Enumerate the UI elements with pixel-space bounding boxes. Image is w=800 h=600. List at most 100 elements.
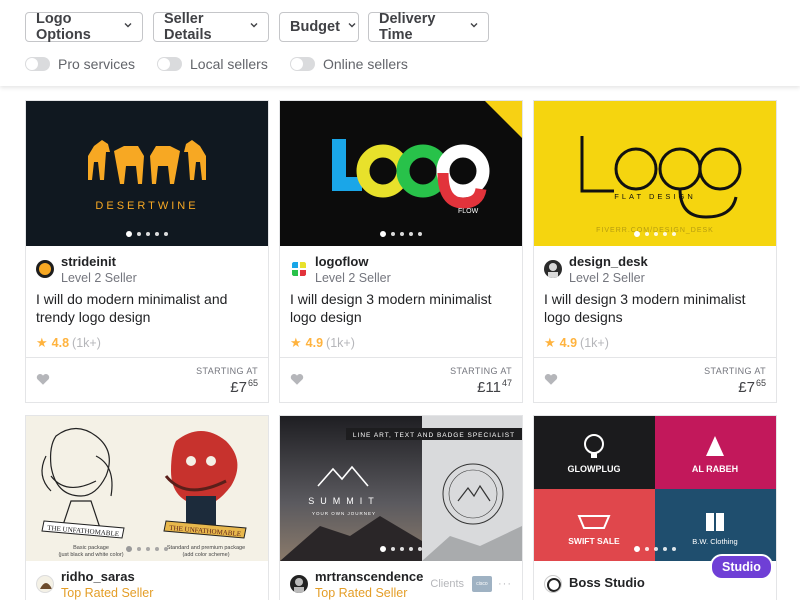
tile-text: AL RABEH (692, 464, 738, 474)
avatar[interactable] (544, 260, 562, 278)
carousel-dots[interactable] (634, 546, 676, 552)
seller-info: strideinit Level 2 Seller (36, 254, 137, 286)
toggle-switch[interactable] (157, 57, 182, 71)
thumb-brand-text: DESERTWINE (95, 200, 198, 212)
carousel-dots[interactable] (634, 231, 676, 237)
dropdown-label: Budget (290, 19, 340, 35)
card-footer: STARTING AT £765 (534, 357, 776, 402)
camel-logo-image: DESERTWINE (88, 140, 206, 212)
more-icon[interactable]: ··· (498, 578, 512, 590)
star-icon: ★ (544, 335, 556, 350)
gig-card[interactable]: LINE ART, TEXT AND BADGE SPECIALIST SUMM… (279, 415, 523, 600)
rating: ★ 4.8 (1k+) (36, 335, 101, 351)
local-sellers-toggle[interactable]: Local sellers (157, 56, 268, 72)
toggle-label: Online sellers (323, 56, 408, 72)
logoflow-logo-image: FLOW (332, 101, 522, 215)
logo-options-dropdown[interactable]: Logo Options (25, 11, 143, 43)
price-main: £11 (477, 379, 501, 396)
chevron-down-icon (348, 21, 356, 29)
studio-badge: Studio (710, 554, 773, 580)
price[interactable]: £1147 (477, 378, 512, 396)
thumb-headline: LINE ART, TEXT AND BADGE SPECIALIST (353, 432, 515, 439)
delivery-time-dropdown[interactable]: Delivery Time (368, 11, 489, 43)
avatar[interactable] (290, 260, 308, 278)
price-cents: 65 (755, 378, 766, 388)
gig-card[interactable]: DESERTWINE strideinit Level 2 Seller I w… (25, 100, 269, 403)
dropdown-label: Seller Details (164, 11, 212, 43)
online-sellers-toggle[interactable]: Online sellers (290, 56, 408, 72)
budget-dropdown[interactable]: Budget (279, 12, 359, 42)
thumb-brand-text: FLAT DESIGN (614, 192, 695, 201)
pro-services-toggle[interactable]: Pro services (25, 56, 135, 72)
gig-title[interactable]: I will design 3 modern minimalist logo d… (290, 290, 512, 326)
flat-design-logo-image: FLAT DESIGN FIVERR.COM/DESIGN_DESK (580, 136, 742, 234)
tile-text: SWIFT SALE (568, 536, 620, 546)
star-icon: ★ (290, 335, 302, 350)
chevron-down-icon (470, 21, 478, 29)
seller-name[interactable]: strideinit (61, 254, 137, 270)
seller-name[interactable]: mrtranscendence (315, 569, 423, 585)
toggle-switch[interactable] (290, 57, 315, 71)
seller-level: Level 2 Seller (61, 271, 137, 285)
gig-card[interactable]: FLOW logoflow Level 2 Seller I will desi… (279, 100, 523, 403)
avatar[interactable] (290, 575, 308, 593)
filter-bar: Logo Options Seller Details Budget Deliv… (0, 0, 800, 86)
toggle-label: Local sellers (190, 56, 268, 72)
gig-thumbnail[interactable]: FLOW (280, 101, 522, 246)
seller-info: ridho_saras Top Rated Seller (36, 569, 153, 600)
rating-score: 4.8 (51, 336, 70, 350)
seller-name[interactable]: design_desk (569, 254, 648, 270)
tile-text: B.W. Clothing (692, 537, 737, 546)
carousel-dots[interactable] (126, 546, 168, 552)
seller-name[interactable]: ridho_saras (61, 569, 153, 585)
summit-badge-image: LINE ART, TEXT AND BADGE SPECIALIST SUMM… (280, 416, 522, 561)
carousel-dots[interactable] (380, 546, 422, 552)
rating-score: 4.9 (559, 336, 578, 350)
summit-text: SUMMIT (308, 496, 380, 506)
price-cents: 47 (501, 378, 512, 388)
star-icon: ★ (36, 335, 48, 350)
rating-count: (1k+) (72, 336, 101, 350)
toggle-switch[interactable] (25, 57, 50, 71)
gig-title[interactable]: I will design 3 modern minimalist logo d… (544, 290, 766, 326)
price[interactable]: £765 (738, 378, 766, 396)
gig-thumbnail[interactable]: LINE ART, TEXT AND BADGE SPECIALIST SUMM… (280, 416, 522, 561)
journey-text: YOUR OWN JOURNEY (312, 511, 376, 516)
clients-indicator[interactable]: Clients cisco ··· (430, 576, 512, 592)
chevron-down-icon (124, 21, 132, 29)
heart-icon[interactable] (544, 373, 558, 386)
price[interactable]: £765 (230, 378, 258, 396)
gig-card[interactable]: FLAT DESIGN FIVERR.COM/DESIGN_DESK desig… (533, 100, 777, 403)
seller-info: logoflow Level 2 Seller (290, 254, 391, 286)
dropdown-label: Delivery Time (379, 11, 436, 43)
starting-at-label: STARTING AT (450, 366, 512, 376)
gig-thumbnail[interactable]: GLOWPLUG AL RABEH SWIFT SALE B.W. Clothi… (534, 416, 776, 561)
seller-info: Boss Studio (544, 569, 645, 593)
rating: ★ 4.9 (1k+) (544, 335, 609, 351)
avatar[interactable] (36, 260, 54, 278)
gig-title[interactable]: I will do modern minimalist and trendy l… (36, 290, 258, 326)
seller-name[interactable]: logoflow (315, 254, 391, 270)
seller-info: mrtranscendence Top Rated Seller (290, 569, 423, 600)
gig-thumbnail[interactable]: DESERTWINE (26, 101, 268, 246)
carousel-dots[interactable] (380, 231, 422, 237)
heart-icon[interactable] (290, 373, 304, 386)
seller-name[interactable]: Boss Studio (569, 575, 645, 591)
carousel-dots[interactable] (126, 231, 168, 237)
seller-details-dropdown[interactable]: Seller Details (153, 11, 269, 43)
gig-thumbnail[interactable]: THE UNFATHOMABLE Basic package (just blac… (26, 416, 268, 561)
price-cents: 65 (247, 378, 258, 388)
rating-count: (1k+) (326, 336, 355, 350)
banner-text: THE UNFATHOMABLE (47, 524, 119, 538)
price-main: £7 (230, 379, 247, 396)
client-logo-icon: cisco (472, 576, 492, 592)
avatar[interactable] (36, 575, 54, 593)
rating: ★ 4.9 (1k+) (290, 335, 355, 351)
heart-icon[interactable] (36, 373, 50, 386)
gig-thumbnail[interactable]: FLAT DESIGN FIVERR.COM/DESIGN_DESK (534, 101, 776, 246)
banner-text: THE UNFATHOMABLE (169, 524, 241, 538)
card-footer: STARTING AT £1147 (280, 357, 522, 402)
avatar[interactable] (544, 575, 562, 593)
rating-score: 4.9 (305, 336, 324, 350)
gig-card[interactable]: THE UNFATHOMABLE Basic package (just blac… (25, 415, 269, 600)
